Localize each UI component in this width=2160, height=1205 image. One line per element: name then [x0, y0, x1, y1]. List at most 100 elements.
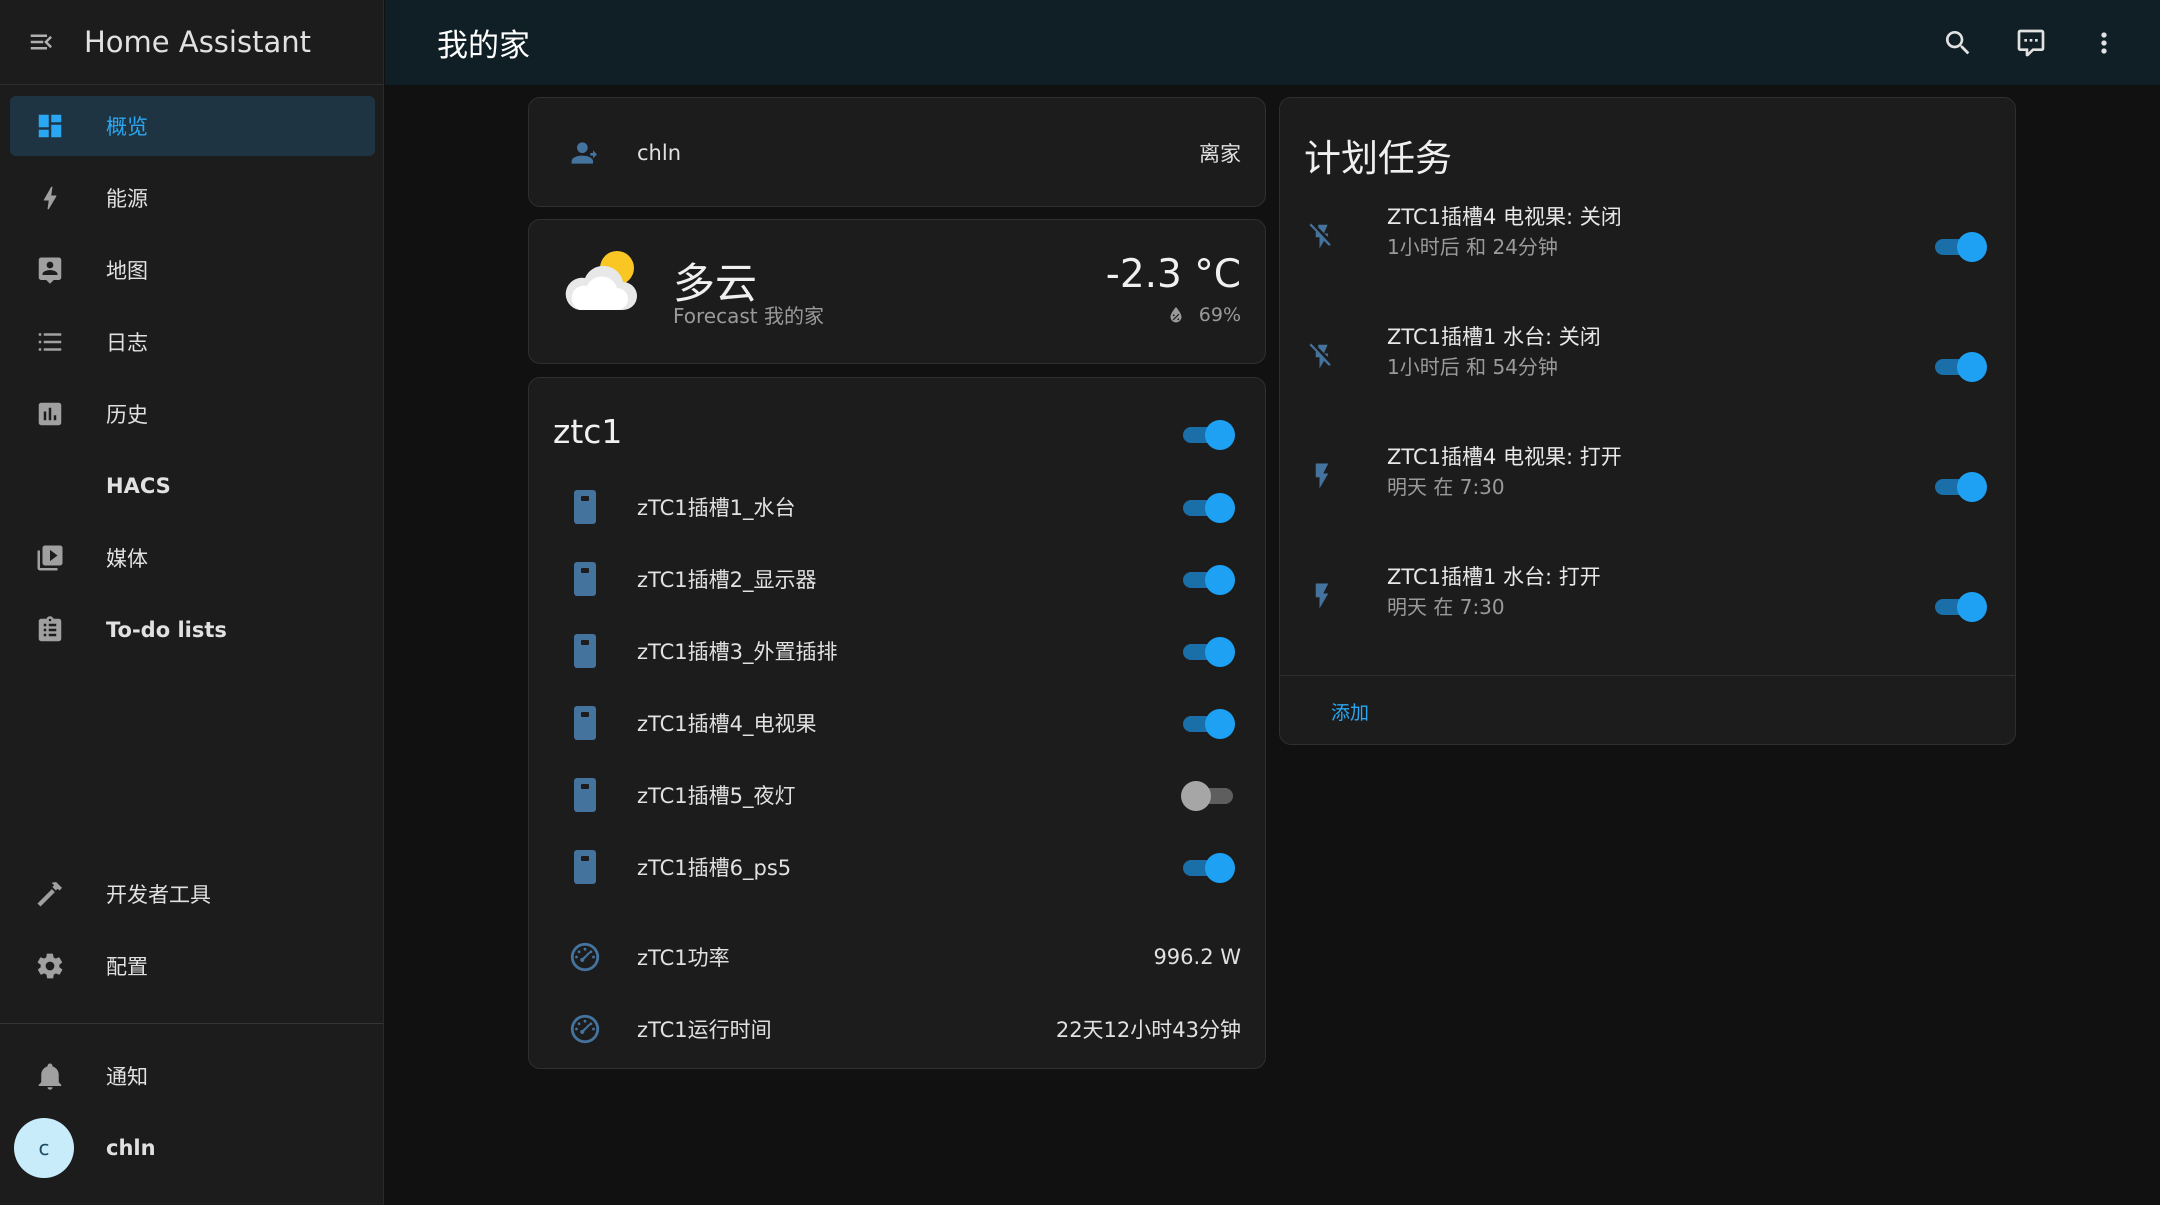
- sidebar-item-media[interactable]: 媒体: [10, 528, 375, 588]
- sidebar-item-history[interactable]: 历史: [10, 384, 375, 444]
- sidebar-item-hacs[interactable]: HACS: [10, 456, 375, 516]
- account-arrow-right-icon: [565, 137, 605, 169]
- sidebar-item-label: chln: [106, 1136, 156, 1160]
- humidity-value: 69%: [1198, 304, 1241, 326]
- flash-off-icon: [1302, 341, 1342, 371]
- sidebar-item-label: 开发者工具: [106, 883, 211, 907]
- schedule-time: 明天 在 7:30: [1387, 595, 1505, 619]
- schedule-card: 计划任务 ZTC1插槽4 电视果: 关闭 1小时后 和 24分钟 ZTC1插槽1 水…: [1279, 97, 2016, 745]
- toggle-knob: [1205, 853, 1235, 883]
- sensor-row-power[interactable]: zTC1功率 996.2 W: [529, 921, 1265, 993]
- switch-name: zTC1插槽3_外置插排: [637, 640, 838, 664]
- schedule-title: ZTC1插槽4 电视果: 关闭: [1387, 205, 1622, 229]
- person-state: 离家: [1199, 142, 1241, 166]
- flash-icon: [1302, 581, 1342, 611]
- sidebar-item-label: 能源: [106, 187, 148, 211]
- switch-toggle[interactable]: [1181, 562, 1235, 596]
- schedule-toggle[interactable]: [1933, 589, 1987, 623]
- switch-row[interactable]: zTC1插槽5_夜灯: [529, 759, 1265, 831]
- person-card[interactable]: chln 离家: [528, 97, 1266, 207]
- sidebar-divider: [0, 1023, 383, 1024]
- sidebar-item-profile[interactable]: c chln: [10, 1118, 375, 1178]
- person-row[interactable]: chln 离家: [529, 98, 1265, 208]
- power-socket-icon: [565, 489, 605, 525]
- dots-vertical-icon: [2100, 31, 2107, 54]
- sidebar-item-map[interactable]: 地图: [10, 240, 375, 300]
- flash-icon: [1302, 461, 1342, 491]
- add-schedule-button[interactable]: 添加: [1331, 698, 1369, 725]
- toggle-knob: [1205, 637, 1235, 667]
- schedule-toggle[interactable]: [1933, 349, 1987, 383]
- sidebar-header: Home Assistant: [0, 0, 383, 85]
- switch-name: zTC1插槽6_ps5: [637, 856, 792, 880]
- schedule-item[interactable]: ZTC1插槽4 电视果: 关闭 1小时后 和 24分钟: [1280, 201, 2015, 301]
- bell-icon: [18, 1061, 82, 1091]
- sidebar-item-label: 历史: [106, 403, 148, 427]
- power-socket-icon: [565, 633, 605, 669]
- sidebar-item-energy[interactable]: 能源: [10, 168, 375, 228]
- card-divider: [1280, 675, 2015, 676]
- ztc1-entities-card: ztc1 zTC1插槽1_水台 zTC1插槽2_显示器 zTC1插槽3_外置插排 zT…: [528, 377, 1266, 1069]
- switch-toggle[interactable]: [1181, 706, 1235, 740]
- toggle-knob: [1181, 781, 1211, 811]
- schedule-item[interactable]: ZTC1插槽1 水台: 关闭 1小时后 和 54分钟: [1280, 321, 2015, 421]
- card-title: ztc1: [553, 412, 623, 451]
- weather-humidity: 69%: [1165, 304, 1241, 326]
- switch-name: zTC1插槽4_电视果: [637, 712, 817, 736]
- menu-toggle-button[interactable]: [0, 0, 84, 85]
- schedule-title: ZTC1插槽1 水台: 关闭: [1387, 325, 1601, 349]
- gear-icon: [18, 951, 82, 981]
- sidebar-item-todo[interactable]: To-do lists: [10, 600, 375, 660]
- chart-box-icon: [18, 399, 82, 429]
- sidebar-item-notifications[interactable]: 通知: [10, 1046, 375, 1106]
- power-socket-icon: [565, 561, 605, 597]
- avatar: c: [14, 1118, 74, 1178]
- sidebar: Home Assistant 概览 能源 地图 日志 历史 HACS 媒体 To…: [0, 0, 384, 1205]
- weather-temperature: -2.3 °C: [1105, 252, 1241, 297]
- assist-button[interactable]: [1994, 0, 2067, 85]
- switch-toggle[interactable]: [1181, 490, 1235, 524]
- schedule-item[interactable]: ZTC1插槽4 电视果: 打开 明天 在 7:30: [1280, 441, 2015, 541]
- switch-toggle[interactable]: [1181, 778, 1235, 812]
- search-button[interactable]: [1921, 0, 1994, 85]
- sidebar-item-label: HACS: [106, 474, 171, 498]
- sidebar-item-logbook[interactable]: 日志: [10, 312, 375, 372]
- switch-row[interactable]: zTC1插槽1_水台: [529, 471, 1265, 543]
- more-options-button[interactable]: [2067, 0, 2140, 85]
- sensor-row-uptime[interactable]: zTC1运行时间 22天12小时43分钟: [529, 993, 1265, 1065]
- schedule-time: 1小时后 和 54分钟: [1387, 355, 1558, 379]
- sidebar-item-settings[interactable]: 配置: [10, 936, 375, 996]
- schedule-toggle[interactable]: [1933, 469, 1987, 503]
- sidebar-item-overview[interactable]: 概览: [10, 96, 375, 156]
- flash-off-icon: [1302, 221, 1342, 251]
- switch-toggle[interactable]: [1181, 634, 1235, 668]
- avatar-wrap: c: [12, 1118, 76, 1178]
- sidebar-item-label: 媒体: [106, 547, 148, 571]
- switch-row[interactable]: zTC1插槽3_外置插排: [529, 615, 1265, 687]
- schedule-item[interactable]: ZTC1插槽1 水台: 打开 明天 在 7:30: [1280, 561, 2015, 661]
- switch-row[interactable]: zTC1插槽4_电视果: [529, 687, 1265, 759]
- hammer-icon: [18, 879, 82, 909]
- switch-row[interactable]: zTC1插槽2_显示器: [529, 543, 1265, 615]
- switch-name: zTC1插槽2_显示器: [637, 568, 817, 592]
- header-toggle[interactable]: [1181, 417, 1235, 451]
- power-socket-icon: [565, 849, 605, 885]
- menu-collapse-icon: [30, 34, 52, 50]
- schedule-toggle[interactable]: [1933, 229, 1987, 263]
- sidebar-item-developer-tools[interactable]: 开发者工具: [10, 864, 375, 924]
- switch-toggle[interactable]: [1181, 850, 1235, 884]
- switch-row[interactable]: zTC1插槽6_ps5: [529, 831, 1265, 903]
- sidebar-item-label: 配置: [106, 955, 148, 979]
- schedule-title: ZTC1插槽1 水台: 打开: [1387, 565, 1601, 589]
- weather-card[interactable]: 多云 Forecast 我的家 -2.3 °C 69%: [528, 219, 1266, 364]
- toggle-knob: [1205, 565, 1235, 595]
- sidebar-item-label: 地图: [106, 259, 148, 283]
- weather-subtitle: Forecast 我的家: [673, 304, 824, 328]
- sensor-name: zTC1运行时间: [637, 1018, 772, 1042]
- map-person-icon: [18, 255, 82, 285]
- card-title: 计划任务: [1304, 137, 1452, 180]
- toggle-knob: [1957, 472, 1987, 502]
- toggle-knob: [1205, 709, 1235, 739]
- sensor-value: 996.2 W: [1153, 945, 1241, 969]
- schedule-title: ZTC1插槽4 电视果: 打开: [1387, 445, 1622, 469]
